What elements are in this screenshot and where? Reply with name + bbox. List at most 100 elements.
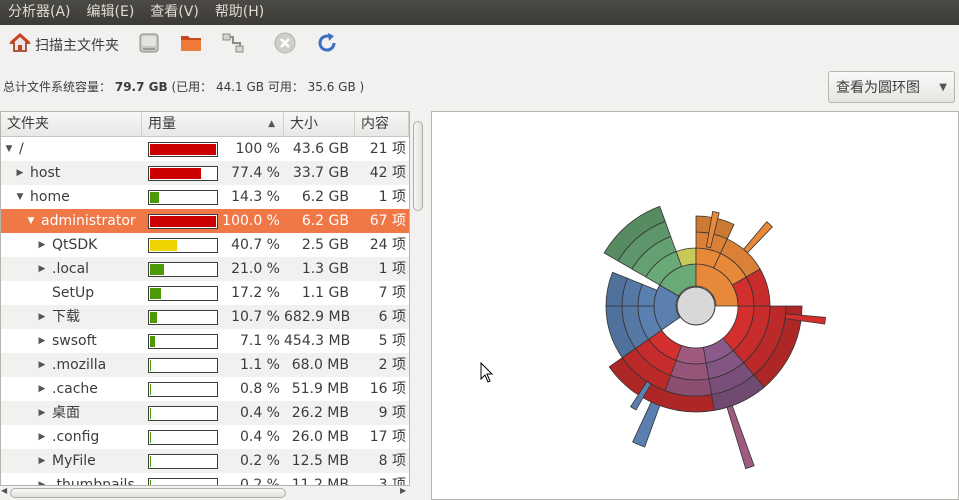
scroll-left-icon[interactable]: ◀ xyxy=(1,486,7,495)
usage-bar xyxy=(148,309,218,325)
usage-bar-fill xyxy=(150,383,151,395)
refresh-button[interactable] xyxy=(312,30,342,60)
sort-ascending-icon: ▲ xyxy=(268,119,275,129)
usage-bar xyxy=(148,141,218,157)
size-cell: 1.1 GB xyxy=(301,285,349,301)
tree-row[interactable]: ▼ home 14.3 % 6.2 GB 1 项 xyxy=(1,185,409,209)
contents-cell: 42 项 xyxy=(369,165,406,181)
tree-row[interactable]: ▶ QtSDK 40.7 % 2.5 GB 24 项 xyxy=(1,233,409,257)
menu-help[interactable]: 帮助(H) xyxy=(207,0,272,25)
view-as-value: 查看为圆环图 xyxy=(836,80,920,96)
ring-chart-panel[interactable] xyxy=(431,111,959,500)
scan-folder-button[interactable] xyxy=(176,30,206,60)
tree-row[interactable]: ▶ MyFile 0.2 % 12.5 MB 8 项 xyxy=(1,449,409,473)
scroll-right-icon[interactable]: ▶ xyxy=(400,486,406,495)
expander-closed-icon[interactable]: ▶ xyxy=(36,233,48,257)
folder-name-cell: ▶ MyFile xyxy=(1,449,142,473)
contents-cell: 17 项 xyxy=(369,429,406,445)
vertical-scroll-thumb[interactable] xyxy=(413,121,423,211)
usage-bar xyxy=(148,453,218,469)
expander-closed-icon[interactable]: ▶ xyxy=(36,473,48,485)
expander-open-icon[interactable]: ▼ xyxy=(25,209,37,233)
usage-bar-fill xyxy=(150,143,216,155)
column-usage[interactable]: 用量 ▲ xyxy=(142,112,284,137)
tree-row[interactable]: ▶ .config 0.4 % 26.0 MB 17 项 xyxy=(1,425,409,449)
pane-divider[interactable] xyxy=(426,111,430,500)
ring-center[interactable] xyxy=(676,286,716,326)
scan-remote-button[interactable] xyxy=(218,30,248,60)
expander-closed-icon[interactable]: ▶ xyxy=(36,257,48,281)
expander-closed-icon[interactable]: ▶ xyxy=(36,353,48,377)
tree-row[interactable]: ▶ .mozilla 1.1 % 68.0 MB 2 项 xyxy=(1,353,409,377)
expander-closed-icon[interactable]: ▶ xyxy=(36,449,48,473)
scan-filesystem-button[interactable] xyxy=(134,30,164,60)
vertical-scrollbar[interactable] xyxy=(410,111,426,486)
expander-closed-icon[interactable]: ▶ xyxy=(36,377,48,401)
expander-closed-icon[interactable]: ▶ xyxy=(36,305,48,329)
column-contents[interactable]: 内容 xyxy=(355,112,409,137)
capacity-summary: 总计文件系统容量： 79.7 GB (已用： 44.1 GB 可用： 35.6 … xyxy=(3,78,364,95)
expander-closed-icon[interactable]: ▶ xyxy=(36,425,48,449)
expander-open-icon[interactable]: ▼ xyxy=(14,185,26,209)
usage-cell: 7.1 % xyxy=(142,329,284,353)
expander-closed-icon[interactable]: ▶ xyxy=(36,401,48,425)
size-cell: 6.2 GB xyxy=(301,213,349,229)
view-as-combo[interactable]: 查看为圆环图 ▼ xyxy=(828,71,955,103)
tree-row[interactable]: ▼ administrator 100.0 % 6.2 GB 67 项 xyxy=(1,209,409,233)
tree-row[interactable]: ▶ swsoft 7.1 % 454.3 MB 5 项 xyxy=(1,329,409,353)
home-icon xyxy=(9,32,31,58)
tree-row[interactable]: ▼/ 100 % 43.6 GB 21 项 xyxy=(1,137,409,161)
usage-bar-fill xyxy=(150,311,158,323)
usage-percent: 1.1 % xyxy=(239,357,280,373)
folder-icon xyxy=(179,31,203,59)
tree-row[interactable]: ▶ 桌面 0.4 % 26.2 MB 9 项 xyxy=(1,401,409,425)
scan-home-button[interactable]: 扫描主文件夹 xyxy=(6,30,122,60)
tree-row[interactable]: ▶ .cache 0.8 % 51.9 MB 16 项 xyxy=(1,377,409,401)
tree-row[interactable]: ▶ host 77.4 % 33.7 GB 42 项 xyxy=(1,161,409,185)
folder-name: .thumbnails xyxy=(52,477,135,486)
usage-percent: 100.0 % xyxy=(222,213,280,229)
contents-cell: 6 项 xyxy=(378,309,406,325)
contents-cell: 2 项 xyxy=(378,357,406,373)
tree-row[interactable]: ▶ .local 21.0 % 1.3 GB 1 项 xyxy=(1,257,409,281)
usage-percent: 7.1 % xyxy=(239,333,280,349)
usage-percent: 0.4 % xyxy=(239,405,280,421)
folder-name: home xyxy=(30,189,70,205)
size-cell: 26.2 MB xyxy=(291,405,349,421)
menu-edit[interactable]: 编辑(E) xyxy=(79,0,143,25)
column-folder[interactable]: 文件夹 xyxy=(1,112,142,137)
expander-open-icon[interactable]: ▼ xyxy=(3,137,15,161)
expander-closed-icon[interactable]: ▶ xyxy=(36,329,48,353)
ring-segment[interactable] xyxy=(726,405,755,470)
stop-button[interactable] xyxy=(270,30,300,60)
size-cell: 11.2 MB xyxy=(291,477,349,486)
usage-percent: 0.8 % xyxy=(239,381,280,397)
folder-name-cell: ▶ .local xyxy=(1,257,142,281)
usage-percent: 0.2 % xyxy=(239,477,280,486)
folder-name-cell: ▶ 桌面 xyxy=(1,401,142,425)
ring-segment[interactable] xyxy=(743,221,773,254)
tree-row[interactable]: ▶ .thumbnails 0.2 % 11.2 MB 3 项 xyxy=(1,473,409,486)
ring-segment[interactable] xyxy=(675,344,707,365)
usage-bar xyxy=(148,381,218,397)
usage-percent: 77.4 % xyxy=(231,165,280,181)
usage-bar xyxy=(148,213,218,229)
folder-tree: 文件夹 用量 ▲ 大小 内容 ▼/100 % 43.6 GB 21 项 ▶ host 77… xyxy=(0,111,410,486)
horizontal-scrollbar[interactable]: ◀ ▶ xyxy=(0,486,410,500)
contents-cell: 1 项 xyxy=(378,189,406,205)
usage-bar-fill xyxy=(150,239,177,251)
menu-analyzer[interactable]: 分析器(A) xyxy=(0,0,79,25)
usage-cell: 10.7 % xyxy=(142,305,284,329)
size-cell: 1.3 GB xyxy=(301,261,349,277)
folder-name-cell: ▼ home xyxy=(1,185,142,209)
usage-cell: 0.4 % xyxy=(142,401,284,425)
expander-closed-icon[interactable]: ▶ xyxy=(14,161,26,185)
column-size[interactable]: 大小 xyxy=(284,112,355,137)
menu-view[interactable]: 查看(V) xyxy=(142,0,207,25)
horizontal-scroll-thumb[interactable] xyxy=(10,488,286,498)
ring-chart[interactable] xyxy=(432,112,958,499)
tree-row[interactable]: ▶ 下载 10.7 % 682.9 MB 6 项 xyxy=(1,305,409,329)
tree-row[interactable]: SetUp 17.2 % 1.1 GB 7 项 xyxy=(1,281,409,305)
contents-cell: 5 项 xyxy=(378,333,406,349)
folder-name: swsoft xyxy=(52,333,97,349)
